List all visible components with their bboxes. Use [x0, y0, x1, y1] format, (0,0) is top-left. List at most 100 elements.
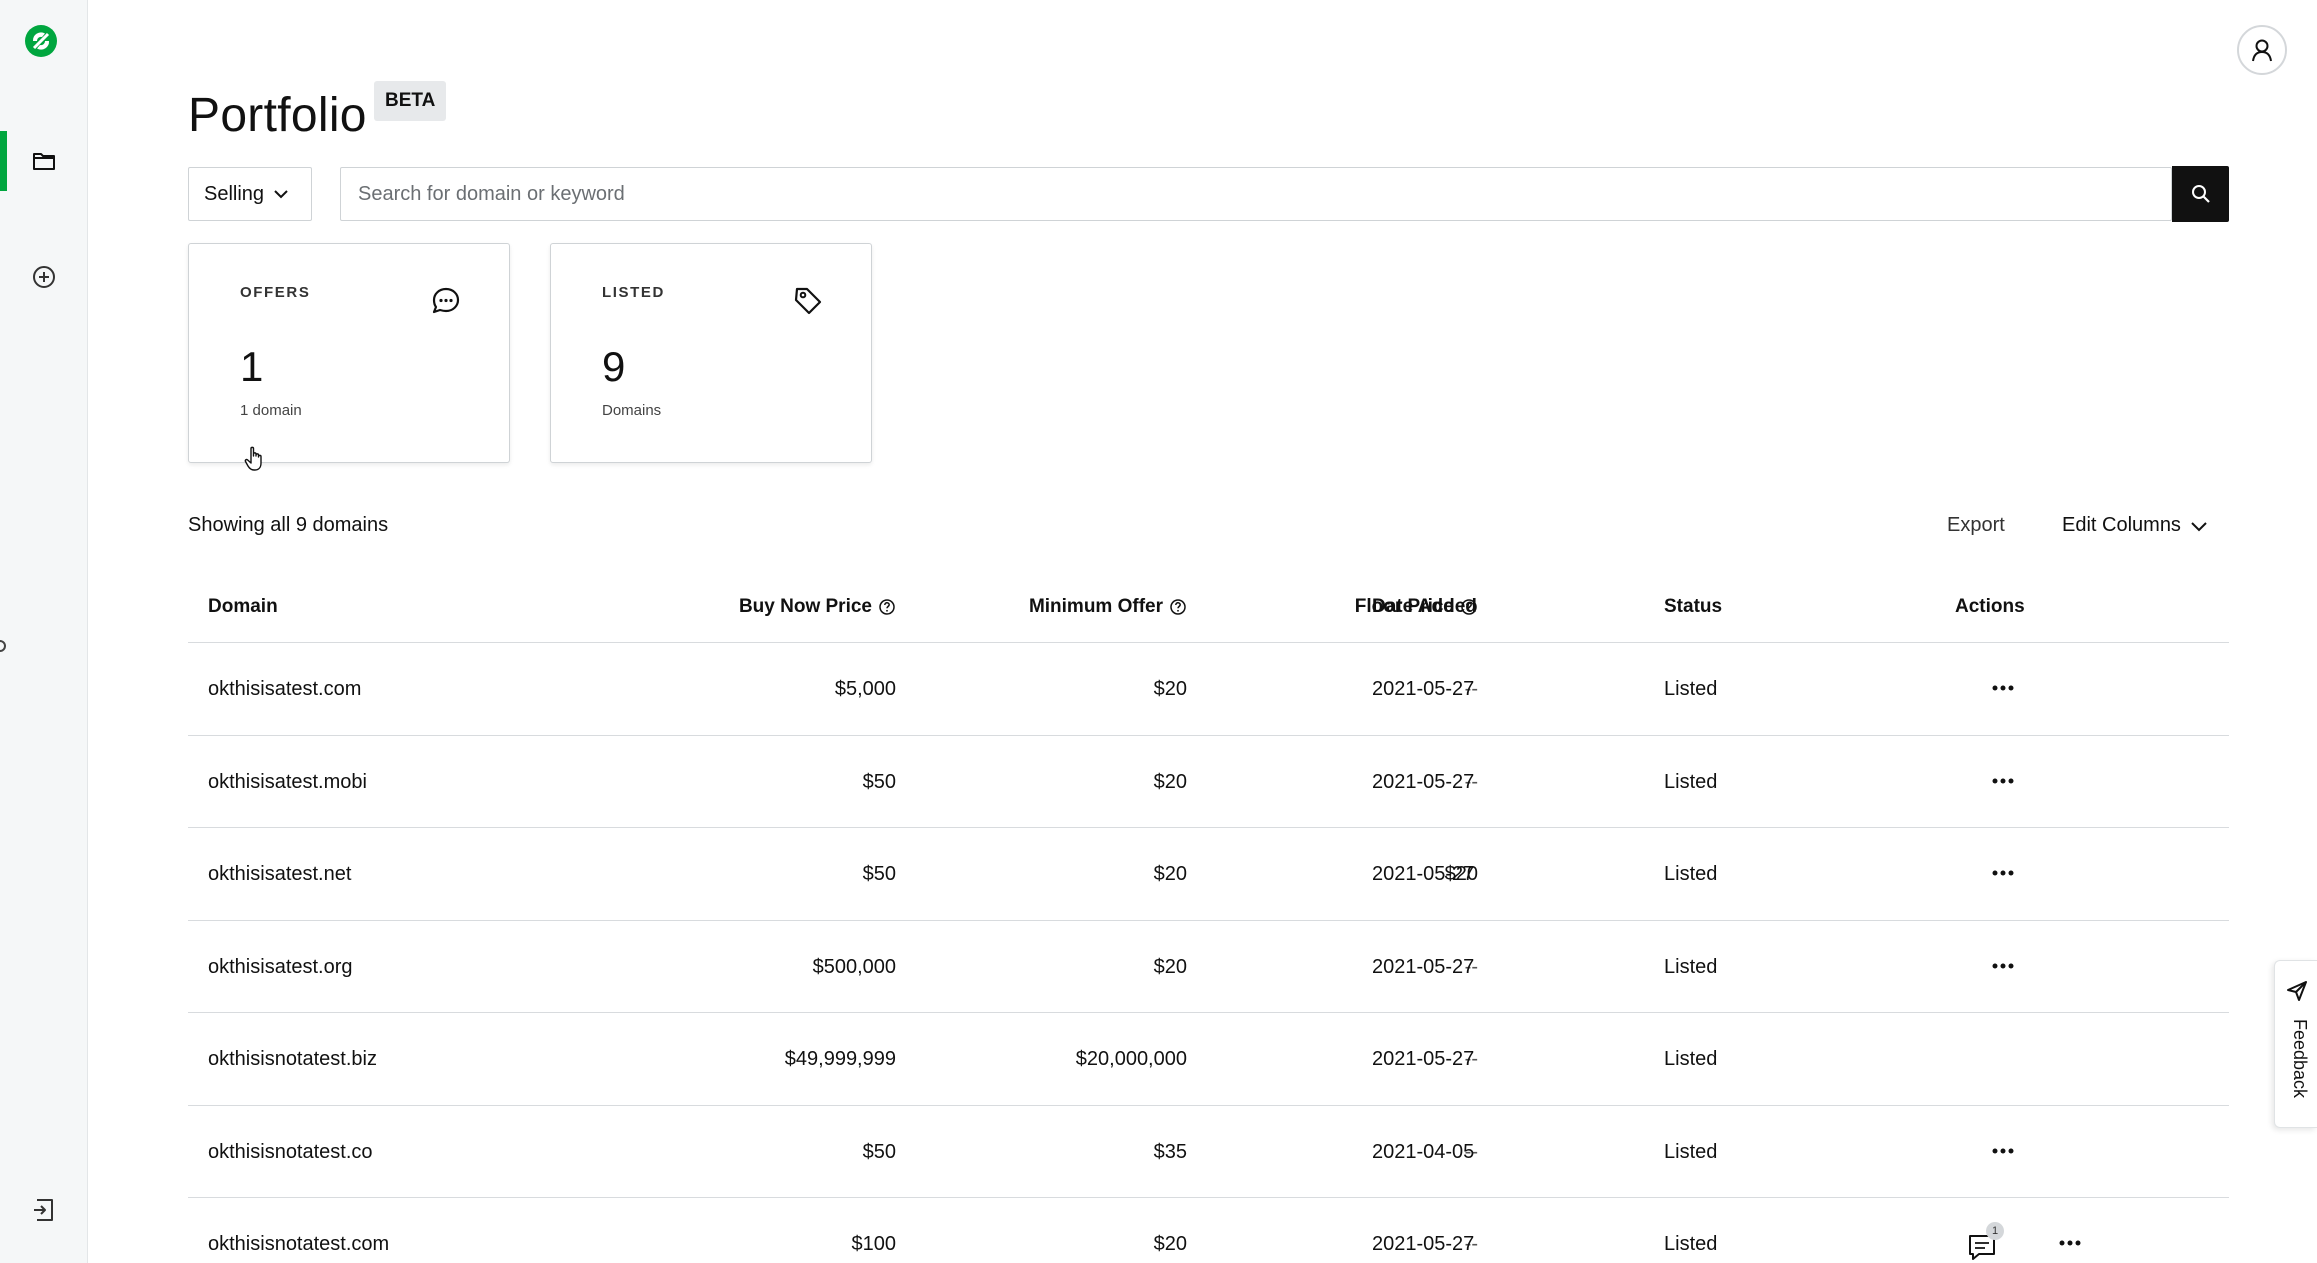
table-row[interactable]: okthisisnotatest.biz $49,999,999 $20,000…	[188, 1013, 2229, 1106]
feedback-tab[interactable]: Feedback	[2274, 960, 2317, 1128]
more-horizontal-icon	[1992, 870, 2014, 876]
buy-now-price-cell: $100	[851, 1233, 897, 1255]
offers-card-value: 1	[240, 343, 264, 390]
minimum-offer-cell: $20	[1153, 863, 1187, 885]
chat-icon	[432, 287, 460, 314]
results-count: Showing all 9 domains	[188, 514, 389, 536]
sidebar	[0, 0, 88, 1263]
search-input[interactable]	[341, 169, 2111, 219]
column-header-date-added[interactable]: Date Added	[1372, 596, 1477, 618]
column-header-label: Minimum Offer	[1028, 596, 1163, 617]
offers-card[interactable]: OFFERS 1 1 domain	[188, 243, 510, 463]
mode-select-value: Selling	[204, 182, 265, 205]
status-cell: Listed	[1664, 1140, 1718, 1163]
date-added-cell: 2021-05-27	[1372, 678, 1475, 700]
export-button[interactable]: Export	[1947, 514, 2005, 537]
sidebar-item-exit[interactable]	[0, 1180, 88, 1240]
tag-icon	[794, 287, 822, 315]
table-row[interactable]: okthisisatest.com $5,000 $20 -- 2021-05-…	[188, 643, 2229, 736]
offers-card-label: OFFERS	[240, 284, 311, 301]
status-cell: Listed	[1664, 863, 1718, 885]
offer-count-badge: 1	[1986, 1222, 2004, 1240]
beta-badge: BETA	[374, 81, 447, 121]
feedback-label: Feedback	[2290, 1019, 2310, 1099]
column-header-status[interactable]: Status	[1664, 596, 1722, 618]
hand-cursor-icon	[244, 446, 262, 471]
status-cell: Listed	[1664, 1233, 1718, 1255]
edit-columns-button[interactable]: Edit Columns	[2062, 514, 2209, 537]
column-header-minimum-offer[interactable]: Minimum Offer	[1029, 596, 1187, 618]
column-header-label: Actions	[1955, 596, 2025, 617]
row-actions-button[interactable]	[1985, 856, 2021, 890]
row-actions-button[interactable]	[1985, 949, 2021, 983]
column-header-actions: Actions	[1955, 596, 2025, 618]
column-header-label: Domain	[208, 596, 278, 617]
date-added-cell: 2021-05-27	[1372, 863, 1475, 885]
search-icon	[2191, 185, 2210, 203]
row-actions-button[interactable]	[2052, 1226, 2088, 1260]
table-row[interactable]: okthisisnotatest.com $100 $20 -- 2021-05…	[188, 1198, 2229, 1263]
plus-circle-icon	[33, 266, 55, 288]
row-actions-button[interactable]	[1985, 764, 2021, 798]
table-row[interactable]: okthisisatest.mobi $50 $20 -- 2021-05-27…	[188, 736, 2229, 828]
offers-card-sub: 1 domain	[240, 402, 302, 419]
table-header: Domain Buy Now Price Minimum Offer Floor…	[188, 570, 2229, 643]
table-row[interactable]: okthisisatest.org $500,000 $20 -- 2021-0…	[188, 921, 2229, 1013]
row-actions-button[interactable]	[1985, 671, 2021, 705]
listed-card[interactable]: LISTED 9 Domains	[550, 243, 872, 463]
account-avatar-button[interactable]	[2237, 25, 2287, 75]
minimum-offer-cell: $20	[1153, 770, 1187, 793]
row-actions-button[interactable]	[1985, 1134, 2021, 1168]
column-header-label: Status	[1664, 596, 1723, 617]
listed-card-label: LISTED	[602, 284, 665, 301]
minimum-offer-cell: $20	[1153, 1233, 1187, 1255]
brand-logo-icon[interactable]	[24, 24, 58, 58]
help-icon[interactable]	[878, 598, 896, 616]
minimum-offer-cell: $20	[1153, 955, 1187, 978]
buy-now-price-cell: $50	[862, 1140, 896, 1163]
help-icon[interactable]	[1169, 598, 1187, 616]
folder-icon	[33, 153, 55, 170]
domain-cell[interactable]: okthisisnotatest.biz	[208, 1048, 377, 1071]
collapse-handle-icon[interactable]	[0, 640, 6, 652]
domain-cell[interactable]: okthisisatest.com	[208, 678, 361, 701]
buy-now-price-cell: $500,000	[812, 955, 896, 978]
more-horizontal-icon	[1992, 1148, 2014, 1153]
edit-columns-label: Edit Columns	[2062, 514, 2181, 536]
date-added-cell: 2021-04-05	[1372, 1140, 1475, 1163]
domain-cell[interactable]: okthisisnotatest.com	[208, 1233, 389, 1256]
domain-cell[interactable]: okthisisatest.mobi	[208, 771, 367, 794]
domain-cell[interactable]: okthisisatest.net	[208, 863, 351, 886]
table-row[interactable]: okthisisatest.net $50 $20 $20 2021-05-27…	[188, 828, 2229, 921]
minimum-offer-cell: $20	[1153, 678, 1187, 700]
buy-now-price-cell: $49,999,999	[784, 1048, 896, 1070]
status-cell: Listed	[1664, 1048, 1718, 1070]
chevron-down-icon	[274, 190, 288, 199]
date-added-cell: 2021-05-27	[1372, 1048, 1475, 1070]
column-header-domain[interactable]: Domain	[208, 596, 278, 618]
exit-icon	[34, 1199, 53, 1221]
chevron-down-icon	[2191, 521, 2207, 531]
status-cell: Listed	[1664, 678, 1718, 700]
column-header-buy-now-price[interactable]: Buy Now Price	[739, 596, 896, 618]
minimum-offer-cell: $20,000,000	[1075, 1048, 1187, 1070]
sidebar-item-add[interactable]	[0, 247, 88, 307]
sidebar-item-portfolio[interactable]	[0, 131, 88, 191]
view-offers-button[interactable]: 1	[1964, 1222, 2004, 1262]
user-icon	[2252, 39, 2272, 62]
listed-card-value: 9	[602, 343, 626, 390]
column-header-label: Date Added	[1372, 596, 1477, 617]
date-added-cell: 2021-05-27	[1372, 1233, 1475, 1255]
search-button[interactable]	[2172, 166, 2229, 222]
mode-select[interactable]: Selling	[188, 167, 312, 221]
table-row[interactable]: okthisisnotatest.co $50 $35 -- 2021-04-0…	[188, 1106, 2229, 1198]
domain-cell[interactable]: okthisisatest.org	[208, 956, 353, 979]
column-header-label: Buy Now Price	[738, 596, 872, 617]
more-horizontal-icon	[2059, 1240, 2081, 1246]
status-cell: Listed	[1664, 955, 1718, 978]
domain-cell[interactable]: okthisisnotatest.co	[208, 1141, 373, 1164]
domains-table: Domain Buy Now Price Minimum Offer Floor…	[188, 570, 2229, 1263]
buy-now-price-cell: $5,000	[834, 678, 896, 700]
more-horizontal-icon	[1992, 778, 2014, 783]
more-horizontal-icon	[1992, 963, 2014, 968]
